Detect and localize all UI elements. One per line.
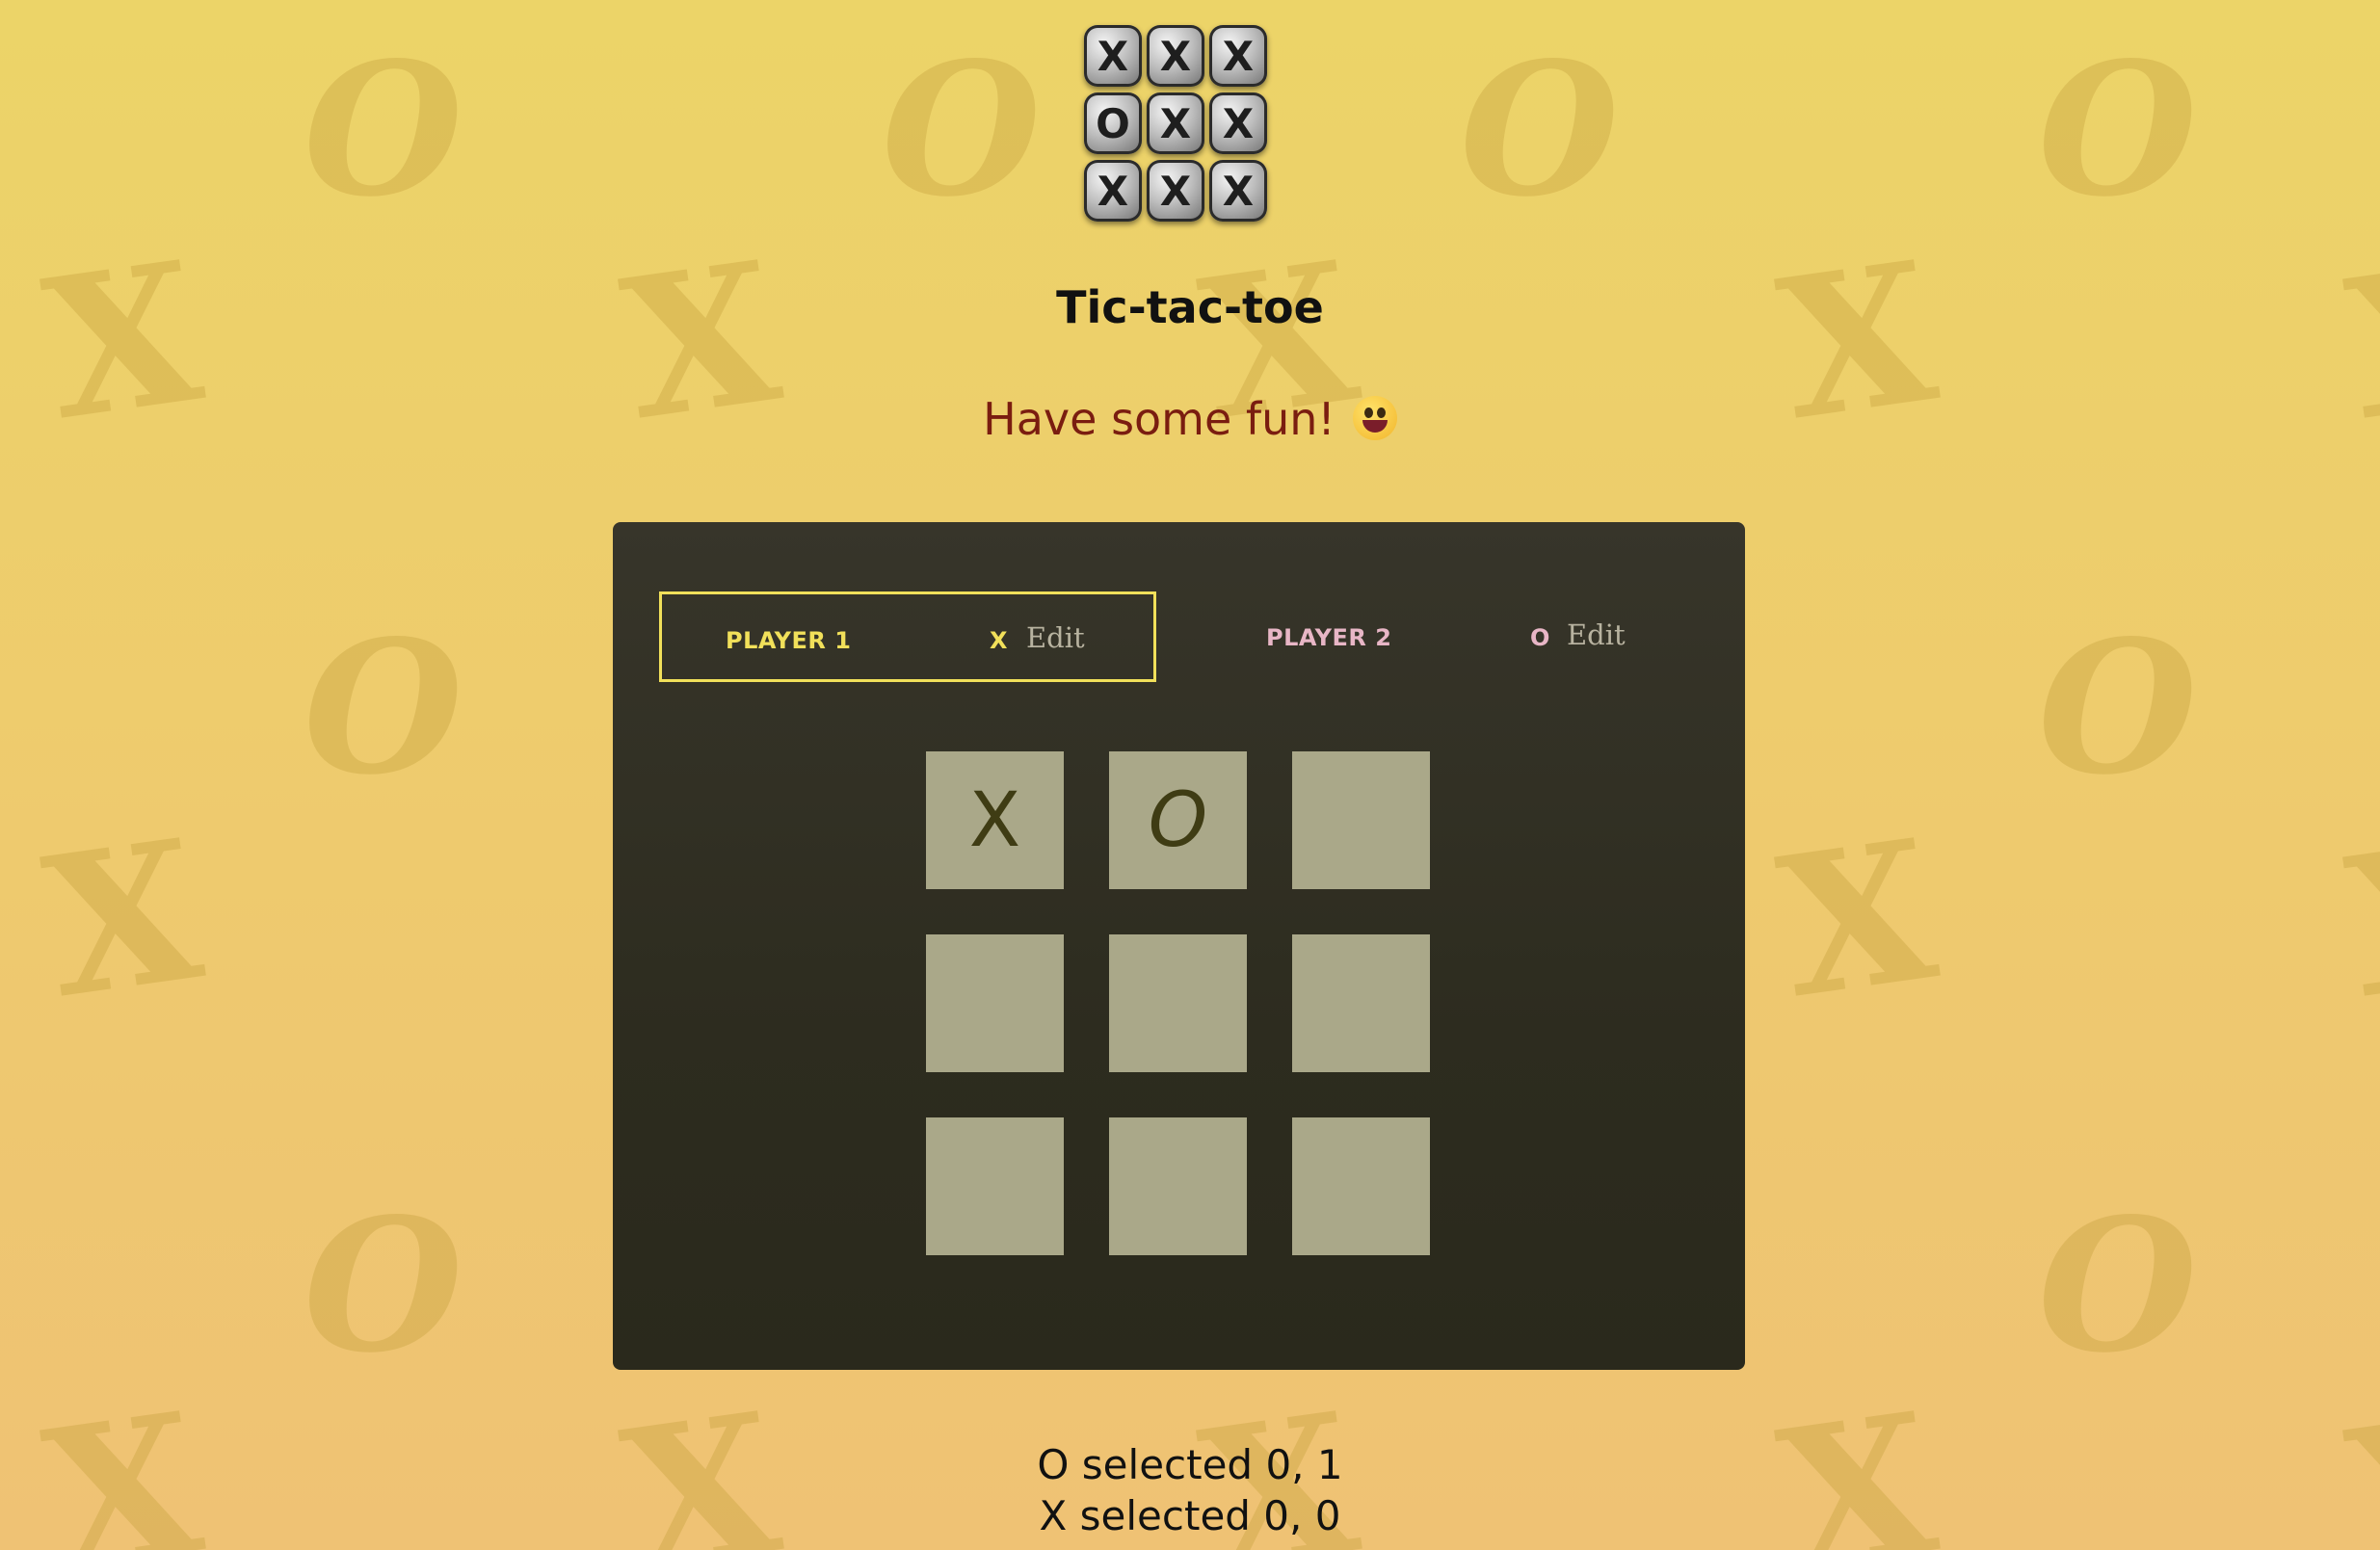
log-entry: O selected 0, 1	[1037, 1441, 1343, 1488]
subtitle-text: Have some fun!	[983, 393, 1335, 445]
background-o-glyph: O	[304, 1178, 463, 1393]
log-entry: X selected 0, 0	[1039, 1492, 1341, 1539]
board-cell-0-2[interactable]	[1292, 751, 1430, 889]
logo-tile: X	[1147, 25, 1204, 87]
background-o-glyph: O	[2038, 22, 2198, 237]
edit-player-2-button[interactable]: Edit	[1567, 618, 1626, 651]
player-1-name: PLAYER 1	[726, 627, 852, 654]
background-x-glyph: X	[2336, 797, 2380, 1042]
grinning-face-emoji-icon	[1352, 396, 1397, 440]
edit-player-1-button[interactable]: Edit	[1026, 621, 1085, 654]
background-x-glyph: X	[33, 797, 213, 1042]
player-2-card: PLAYER 2 O Edit	[1203, 591, 1700, 682]
board-cell-2-0[interactable]	[926, 1117, 1064, 1255]
logo-tile: X	[1084, 25, 1142, 87]
tic-tac-toe-logo: X X X O X X X X X	[1084, 25, 1271, 225]
logo-tile: X	[1147, 92, 1204, 154]
board-cell-1-2[interactable]	[1292, 934, 1430, 1072]
player-2-symbol: O	[1530, 624, 1550, 651]
game-panel: PLAYER 1 X Edit PLAYER 2 O Edit X O	[613, 522, 1745, 1370]
background-x-glyph: X	[1767, 797, 1947, 1042]
board-cell-0-1[interactable]: O	[1109, 751, 1247, 889]
background-o-glyph: O	[882, 22, 1042, 237]
logo-tile: X	[1209, 92, 1267, 154]
board-cell-1-1[interactable]	[1109, 934, 1247, 1072]
background-o-glyph: O	[2038, 600, 2198, 815]
game-log: O selected 0, 1 X selected 0, 0	[0, 1439, 2380, 1541]
background-o-glyph: O	[2038, 1178, 2198, 1393]
logo-tile: X	[1209, 160, 1267, 222]
player-2-name: PLAYER 2	[1266, 624, 1392, 651]
player-1-card: PLAYER 1 X Edit	[659, 591, 1156, 682]
board-cell-0-0[interactable]: X	[926, 751, 1064, 889]
page-subtitle: Have some fun!	[0, 393, 2380, 445]
logo-tile: O	[1084, 92, 1142, 154]
board-cell-1-0[interactable]	[926, 934, 1064, 1072]
background-o-glyph: O	[304, 22, 463, 237]
game-board: X O	[926, 751, 1431, 1256]
board-cell-2-2[interactable]	[1292, 1117, 1430, 1255]
logo-tile: X	[1084, 160, 1142, 222]
players-bar: PLAYER 1 X Edit PLAYER 2 O Edit	[659, 591, 1700, 682]
page-title: Tic-tac-toe	[1056, 281, 1324, 333]
board-cell-2-1[interactable]	[1109, 1117, 1247, 1255]
background-o-glyph: O	[304, 600, 463, 815]
logo-tile: X	[1209, 25, 1267, 87]
logo-tile: X	[1147, 160, 1204, 222]
player-1-symbol: X	[990, 627, 1008, 654]
background-o-glyph: O	[1460, 22, 1620, 237]
